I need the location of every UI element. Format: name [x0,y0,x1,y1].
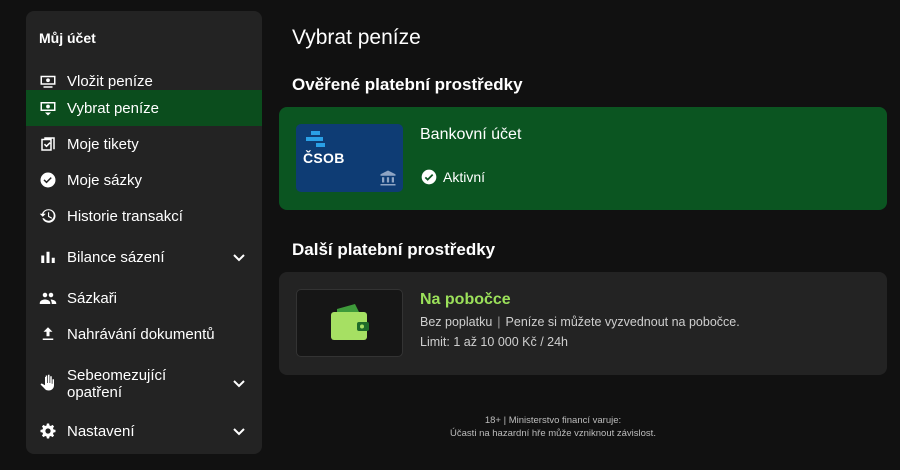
people-icon [39,289,57,307]
check-circle-icon [421,169,437,185]
account-sidebar: Můj účet Vložit peníze Vybrat peníze Moj… [26,11,262,454]
sidebar-item-label: Bilance sázení [67,248,165,266]
page-title: Vybrat peníze [292,26,421,49]
chevron-down-icon[interactable] [232,424,246,438]
bank-account-card[interactable]: ČSOB Bankovní účet Aktivní [279,107,887,210]
ticket-icon [39,135,57,153]
gambling-warning-footer: 18+ | Ministerstvo financí varuje: Účast… [383,414,723,440]
other-methods-title: Další platební prostředky [292,240,496,259]
check-circle-icon [39,171,57,189]
label-line-1: Sebeomezující [67,367,167,384]
sidebar-item-betting-balance[interactable]: Bilance sázení [26,239,262,275]
history-icon [39,207,57,225]
sidebar-item-transaction-history[interactable]: Historie transakcí [26,198,262,234]
sidebar-item-settings[interactable]: Nastavení [26,413,262,449]
gear-icon [39,422,57,440]
branch-method-name: Na pobočce [420,291,511,308]
upload-icon [39,325,57,343]
bank-account-name: Bankovní účet [420,126,522,143]
sidebar-item-self-limitation[interactable]: Sebeomezující opatření [26,361,262,405]
sidebar-title: Můj účet [39,30,96,46]
sidebar-item-label: Sebeomezující opatření [67,367,166,401]
sidebar-item-label: Moje tikety [67,135,139,153]
footer-line-1: 18+ | Ministerstvo financí varuje: [484,415,622,426]
csob-logo-text: ČSOB [303,150,345,166]
status-badge: Aktivní [421,169,485,185]
sidebar-item-bettors[interactable]: Sázkaři [26,280,262,316]
sidebar-item-label: Historie transakcí [67,207,183,225]
sidebar-item-withdraw[interactable]: Vybrat peníze [26,90,262,126]
sidebar-item-tickets[interactable]: Moje tikety [26,126,262,162]
fee-text: Bez poplatku [420,315,493,329]
sidebar-item-label: Moje sázky [67,171,143,189]
footer-line-2: Účasti na hazardní hře může vzniknout zá… [450,428,656,439]
label-line-2: opatření [67,384,123,401]
verified-methods-title: Ověřené platební prostředky [292,75,523,94]
branch-method-description: Bez poplatku | Peníze si můžete vyzvednout… [420,315,740,329]
bank-icon [379,169,397,187]
wallet-icon [331,304,369,340]
sidebar-item-label: Nastavení [67,422,135,440]
chevron-down-icon[interactable] [232,250,246,264]
branch-payout-card[interactable]: Na pobočce Bez poplatku | Peníze si můžete… [279,272,887,375]
sidebar-item-label: Sázkaři [67,289,118,307]
sidebar-item-label: Vložit peníze [67,72,153,90]
separator: | [497,315,501,329]
csob-logo: ČSOB [296,124,403,192]
branch-limit: Limit: 1 až 10 000 Kč / 24h [420,335,569,349]
hand-icon [39,374,57,392]
chevron-down-icon[interactable] [232,376,246,390]
sidebar-item-document-upload[interactable]: Nahrávání dokumentů [26,316,262,352]
wallet-thumbnail [296,289,403,357]
sidebar-item-label: Vybrat peníze [67,99,159,117]
bar-chart-icon [39,248,57,266]
status-text: Aktivní [443,169,486,185]
sidebar-item-bets[interactable]: Moje sázky [26,162,262,198]
csob-emblem-icon [306,131,325,147]
description-text: Peníze si můžete vyzvednout na pobočce. [505,315,740,329]
withdraw-icon [39,99,57,117]
sidebar-item-label: Nahrávání dokumentů [67,325,215,343]
deposit-icon [39,72,57,90]
